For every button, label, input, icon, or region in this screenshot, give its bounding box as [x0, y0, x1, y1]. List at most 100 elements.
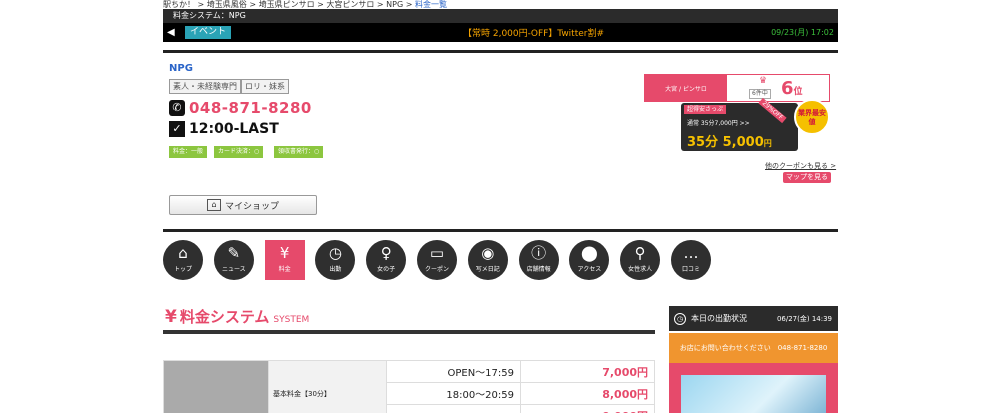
nav-label: トップ	[173, 266, 192, 273]
event-tag: イベント	[185, 26, 232, 39]
nav-label: 店舗情報	[526, 266, 551, 273]
chat-bubble-icon: …	[683, 244, 699, 262]
yen-icon: ¥	[165, 307, 177, 327]
ranking-unit: 位	[793, 87, 803, 97]
price-table-side	[163, 360, 269, 413]
location-pin-icon: ⬤	[580, 244, 598, 262]
my-shop-label: マイショップ	[224, 201, 279, 212]
info-icon: ⓘ	[531, 244, 547, 262]
time-slot: 18:00～20:59	[386, 382, 521, 405]
coupon-yen: 円	[763, 139, 772, 148]
price-value: 9,000円	[520, 404, 655, 413]
event-bar[interactable]: ◀ イベント 【常時 2,000円-OFF】Twitter割# 09/23(月)…	[163, 23, 838, 42]
nav-label: 出勤	[329, 266, 342, 273]
shop-nav: ⌂ トップ ✎ ニュース ¥ 料金 ◷ 出勤 ♀ 女の子 ▭ クーポン ◉ 写メ日記 ⓘ 店舗情…	[163, 240, 722, 280]
ranking-number: 6	[781, 78, 794, 99]
page: 駅ちか！ > 埼玉県風俗 > 埼玉県ピンサロ > 大宮ピンサロ > NPG > …	[0, 0, 1000, 413]
nav-label: 女の子	[377, 266, 396, 273]
system-title-en: SYSTEM	[273, 315, 310, 325]
nav-label: 料金	[278, 266, 291, 273]
ranking-box[interactable]: 大宮 / ピンサロ ♛ 6件中 6位	[644, 74, 830, 102]
nav-label: クーポン	[424, 266, 449, 273]
nav-reviews[interactable]: … 口コミ	[670, 240, 711, 280]
other-coupons-link[interactable]: 他のクーポンも見る >	[765, 161, 836, 171]
info-tag: カード決済：○	[214, 146, 264, 158]
coupon-card[interactable]: 超得安さっぷ 29%OFF 通常 35分7,000円 >> 35分 5,000円	[681, 97, 798, 151]
lowest-price-badge: 業界最安値	[794, 99, 830, 135]
event-date: 09/23(月) 17:02	[771, 28, 834, 37]
nav-schedule[interactable]: ◷ 出勤	[315, 240, 356, 280]
nav-top[interactable]: ⌂ トップ	[163, 240, 203, 280]
shop-tag[interactable]: 素人・未経験専門	[169, 79, 241, 94]
schedule-title: 本日の出勤状況	[691, 314, 747, 323]
schedule-header: ◷ 本日の出勤状況 06/27(金) 14:39	[669, 306, 838, 331]
girl-icon: ♀	[380, 244, 392, 262]
price-value: 8,000円	[520, 382, 655, 405]
ranking-total: 6件中	[749, 89, 771, 99]
girl-photo[interactable]	[681, 375, 826, 413]
event-text[interactable]: 【常時 2,000円-OFF】Twitter割#	[463, 26, 604, 39]
phone-number[interactable]: 048-871-8280	[189, 99, 312, 117]
table-row: 基本料金【30分】 OPEN～17:59 7,000円	[163, 360, 655, 413]
divider	[163, 330, 655, 334]
yen-icon: ¥	[279, 244, 290, 262]
price-table: 基本料金【30分】 OPEN～17:59 7,000円 18:00～20:59 …	[163, 360, 655, 413]
business-hours: 12:00-LAST	[189, 121, 279, 137]
phone-row[interactable]: ✆ 048-871-8280	[169, 99, 312, 117]
megaphone-icon: ◀	[167, 26, 175, 38]
shop-icon: ⌂	[206, 199, 221, 211]
nav-label: 女性求人	[628, 266, 653, 273]
time-slot: 21:00～LAST	[386, 404, 521, 413]
base-price-label: 基本料金【30分】	[268, 360, 387, 413]
camera-icon: ◉	[481, 244, 495, 262]
shop-tag[interactable]: ロリ・妹系	[241, 79, 289, 94]
home-icon: ⌂	[178, 244, 188, 262]
nav-shop-info[interactable]: ⓘ 店舗情報	[518, 240, 559, 280]
system-title: 料金システム	[179, 308, 270, 326]
ranking-position: 6位	[781, 78, 803, 99]
nav-access[interactable]: ⬤ アクセス	[569, 240, 610, 280]
my-shop-button[interactable]: ⌂ マイショップ	[169, 195, 317, 215]
checkmark-icon: ✓	[169, 121, 185, 137]
search-person-icon: ⚲	[634, 244, 646, 262]
hours-row: ✓ 12:00-LAST	[169, 121, 279, 137]
breadcrumb-path[interactable]: 駅ちか！ > 埼玉県風俗 > 埼玉県ピンサロ > 大宮ピンサロ > NPG >	[163, 0, 415, 9]
nav-news[interactable]: ✎ ニュース	[213, 240, 254, 280]
nav-label: ニュース	[221, 266, 246, 273]
nav-label: 口コミ	[681, 266, 700, 273]
nav-jobs[interactable]: ⚲ 女性求人	[620, 240, 661, 280]
coupon-regular-price: 通常 35分7,000円 >>	[687, 120, 750, 127]
ranking-position-box: ♛ 6件中 6位	[727, 75, 829, 101]
price-value: 7,000円	[520, 360, 655, 383]
ranking-area: 大宮 / ピンサロ	[645, 75, 727, 101]
coupon-amount: 5,000	[722, 135, 764, 150]
clock-icon: ◷	[328, 244, 342, 262]
nav-label: アクセス	[577, 266, 602, 273]
nav-price[interactable]: ¥ 料金	[264, 240, 305, 280]
divider	[163, 229, 838, 232]
nav-label: 写メ日記	[475, 266, 500, 273]
coupon-badge: 超得安さっぷ	[684, 105, 727, 114]
shop-name: NPG	[169, 63, 193, 74]
schedule-date: 06/27(金) 14:39	[776, 314, 832, 323]
nav-photo-diary[interactable]: ◉ 写メ日記	[467, 240, 508, 280]
nav-girls[interactable]: ♀ 女の子	[366, 240, 407, 280]
info-tag: 料金：一般	[169, 146, 208, 158]
phone-icon: ✆	[169, 100, 185, 116]
time-slot: OPEN～17:59	[386, 360, 521, 383]
breadcrumb: 駅ちか！ > 埼玉県風俗 > 埼玉県ピンサロ > 大宮ピンサロ > NPG > …	[163, 0, 447, 9]
nav-coupon[interactable]: ▭ クーポン	[416, 240, 457, 280]
megaphone-icon: ✎	[227, 244, 241, 262]
coupon-price: 35分 5,000円	[687, 131, 772, 150]
coupon-minutes: 35分	[687, 135, 719, 150]
contact-notice[interactable]: お店にお問い合わせください 048-871-8280	[669, 333, 838, 363]
page-title-bar: 料金システム：NPG	[163, 9, 838, 23]
map-button[interactable]: マップを見る	[783, 172, 831, 183]
clock-icon: ◷	[674, 312, 686, 325]
crown-icon: ♛	[759, 76, 768, 86]
info-tag: 領収書発行：○	[274, 146, 324, 158]
system-heading: ¥ 料金システム SYSTEM	[165, 306, 309, 327]
breadcrumb-current: 料金一覧	[414, 0, 447, 9]
coupon-icon: ▭	[429, 244, 445, 262]
divider	[163, 50, 838, 53]
